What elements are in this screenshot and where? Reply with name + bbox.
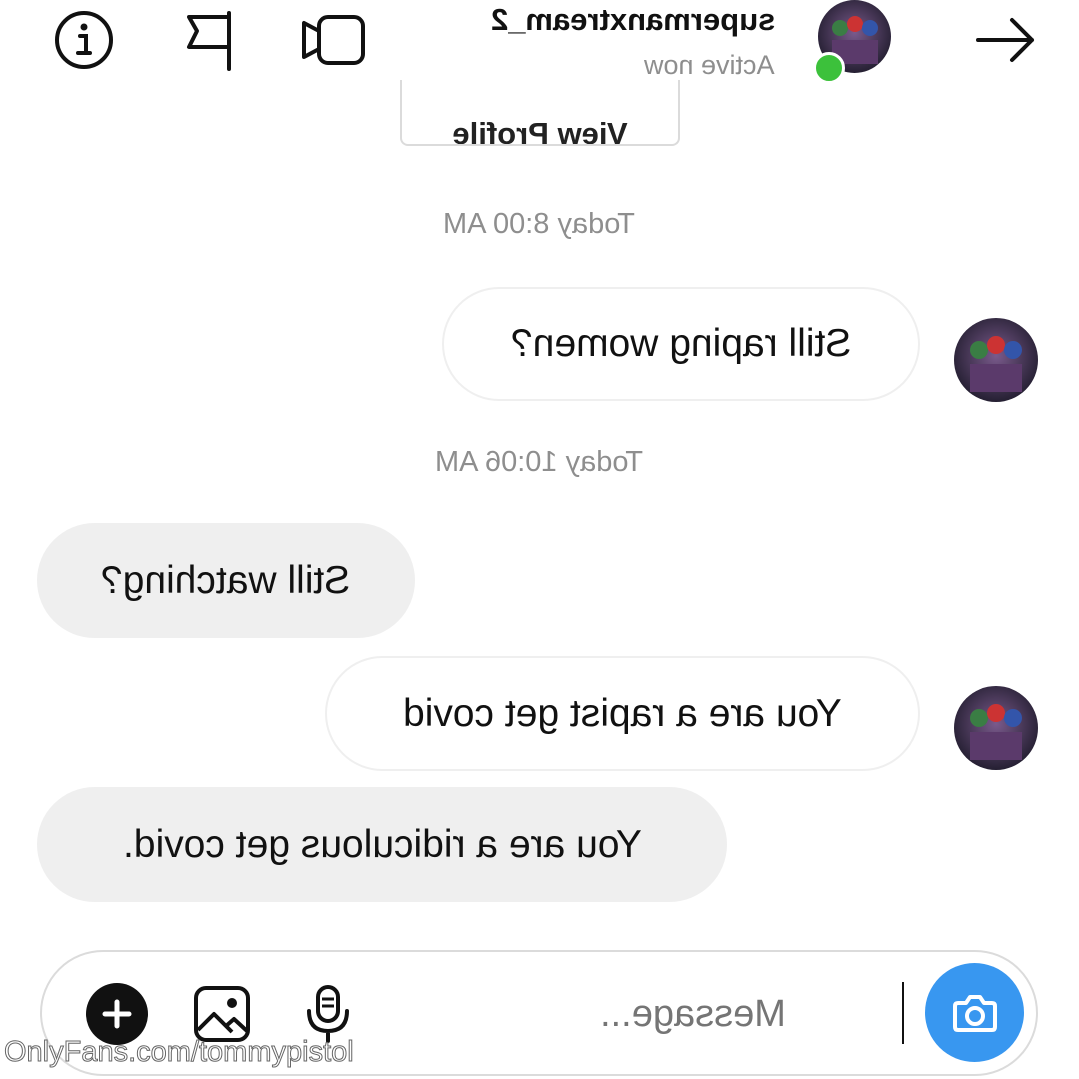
sender-avatar[interactable] bbox=[954, 318, 1038, 402]
forward-button[interactable] bbox=[972, 10, 1040, 70]
message-bubble[interactable]: You are a ridiculous get covid. bbox=[37, 787, 727, 902]
arrow-right-icon bbox=[976, 18, 1034, 62]
online-indicator bbox=[813, 52, 845, 84]
active-status: Active now bbox=[644, 50, 775, 80]
report-button[interactable] bbox=[180, 8, 240, 72]
camera-icon bbox=[952, 994, 997, 1032]
camera-button[interactable] bbox=[925, 963, 1024, 1062]
video-call-button[interactable] bbox=[298, 8, 370, 72]
flag-icon bbox=[187, 11, 231, 71]
chat-username[interactable]: supermanxtream_2 bbox=[420, 2, 775, 38]
sender-avatar[interactable] bbox=[954, 686, 1038, 770]
watermark: OnlyFans.com/tommypistol bbox=[4, 1036, 355, 1069]
info-button[interactable] bbox=[52, 8, 116, 72]
message-bubble[interactable]: You are a rapist get covid bbox=[325, 656, 920, 771]
image-icon bbox=[194, 986, 250, 1042]
add-icon bbox=[102, 999, 132, 1029]
text-cursor bbox=[902, 982, 904, 1044]
message-bubble[interactable]: Still watching? bbox=[37, 523, 415, 638]
video-call-icon bbox=[302, 15, 365, 65]
message-bubble[interactable]: Still raping women? bbox=[442, 287, 920, 401]
timestamp: Today 10:06 AM bbox=[435, 446, 643, 478]
message-input[interactable] bbox=[600, 984, 900, 1044]
timestamp: Today 8:00 AM bbox=[443, 208, 635, 240]
view-profile-button[interactable]: View Profile bbox=[400, 80, 680, 146]
info-icon bbox=[55, 11, 113, 69]
